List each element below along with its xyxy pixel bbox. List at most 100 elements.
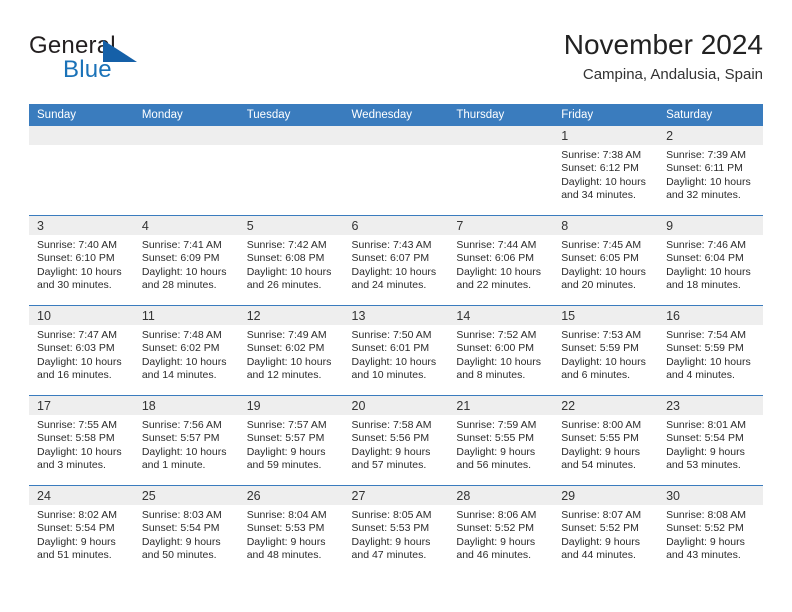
day-cell[interactable]: 21 Sunrise: 7:59 AM Sunset: 5:55 PM Dayligh… — [448, 396, 554, 485]
sunset-text: Sunset: 5:57 PM — [141, 432, 220, 445]
daylight-text: Daylight: 10 hours — [561, 175, 646, 188]
day-cell[interactable]: 23 Sunrise: 8:01 AM Sunset: 5:54 PM Dayligh… — [658, 396, 763, 485]
weekday-header-friday: Friday — [553, 104, 659, 126]
date-number: 18 — [141, 399, 156, 413]
calendar-cell — [133, 126, 239, 216]
day-cell[interactable]: 15 Sunrise: 7:53 AM Sunset: 5:59 PM Dayligh… — [553, 306, 659, 395]
day-details: Sunrise: 7:55 AM Sunset: 5:58 PM Daylight:… — [29, 415, 134, 473]
sunset-text: Sunset: 5:52 PM — [561, 522, 639, 535]
calendar-body: 1 Sunrise: 7:38 AM Sunset: 6:12 PM Daylight… — [29, 126, 763, 575]
day-cell[interactable]: 13 Sunrise: 7:50 AM Sunset: 6:01 PM Dayligh… — [343, 306, 449, 395]
calendar-cell — [448, 126, 554, 216]
calendar-week-row: 24 Sunrise: 8:02 AM Sunset: 5:54 PM Dayligh… — [29, 485, 763, 575]
day-cell[interactable]: 18 Sunrise: 7:56 AM Sunset: 5:57 PM Dayligh… — [133, 396, 239, 485]
day-cell[interactable]: 22 Sunrise: 8:00 AM Sunset: 5:55 PM Dayligh… — [553, 396, 659, 485]
day-cell[interactable]: 29 Sunrise: 8:07 AM Sunset: 5:52 PM Dayligh… — [553, 486, 659, 575]
date-number: 20 — [351, 399, 366, 413]
date-number: 24 — [37, 489, 51, 503]
daylight-text: Daylight: 10 hours — [666, 355, 751, 368]
daylight-text: and 30 minutes. — [37, 279, 112, 292]
calendar-cell: 4 Sunrise: 7:41 AM Sunset: 6:09 PM Daylight… — [133, 215, 239, 306]
sunset-text: Sunset: 5:59 PM — [561, 342, 639, 355]
calendar-table: Sunday Monday Tuesday Wednesday Thursday… — [29, 104, 763, 575]
sunset-text: Sunset: 6:05 PM — [561, 252, 639, 265]
sunrise-text: Sunrise: 8:00 AM — [561, 419, 642, 431]
day-cell[interactable]: 17 Sunrise: 7:55 AM Sunset: 5:58 PM Dayligh… — [29, 396, 134, 485]
calendar-cell: 16 Sunrise: 7:54 AM Sunset: 5:59 PM Dayligh… — [658, 305, 763, 396]
day-cell[interactable]: 28 Sunrise: 8:06 AM Sunset: 5:52 PM Dayligh… — [448, 486, 554, 575]
day-cell[interactable]: 8 Sunrise: 7:45 AM Sunset: 6:05 PM Daylight… — [553, 216, 659, 305]
date-number-band — [448, 126, 554, 145]
daylight-text: Daylight: 9 hours — [666, 535, 745, 548]
day-cell-empty — [238, 126, 344, 215]
daylight-text: and 34 minutes. — [561, 189, 636, 202]
day-details: Sunrise: 7:41 AM Sunset: 6:09 PM Daylight:… — [134, 235, 239, 293]
day-cell[interactable]: 16 Sunrise: 7:54 AM Sunset: 5:59 PM Dayligh… — [658, 306, 763, 395]
day-details: Sunrise: 7:47 AM Sunset: 6:03 PM Daylight:… — [29, 325, 134, 383]
date-number-band: 24 — [29, 486, 134, 505]
date-number-band: 20 — [343, 396, 449, 415]
date-number-band: 11 — [133, 306, 239, 325]
date-number: 15 — [561, 309, 576, 323]
day-cell[interactable]: 25 Sunrise: 8:03 AM Sunset: 5:54 PM Dayligh… — [133, 486, 239, 575]
daylight-text: and 48 minutes. — [246, 549, 322, 562]
daylight-text: and 51 minutes. — [37, 549, 112, 562]
daylight-text: and 44 minutes. — [561, 549, 636, 562]
day-cell[interactable]: 6 Sunrise: 7:43 AM Sunset: 6:07 PM Daylight… — [343, 216, 449, 305]
day-cell[interactable]: 5 Sunrise: 7:42 AM Sunset: 6:08 PM Daylight… — [238, 216, 344, 305]
date-number-band: 17 — [29, 396, 134, 415]
daylight-text: Daylight: 10 hours — [561, 355, 646, 368]
daylight-text: Daylight: 10 hours — [456, 355, 542, 368]
day-cell[interactable]: 2 Sunrise: 7:39 AM Sunset: 6:11 PM Daylight… — [658, 126, 763, 215]
sunset-text: Sunset: 5:53 PM — [351, 522, 430, 535]
daylight-text: and 1 minute. — [141, 459, 206, 472]
day-cell[interactable]: 24 Sunrise: 8:02 AM Sunset: 5:54 PM Dayligh… — [29, 486, 134, 575]
date-number-band: 12 — [238, 306, 344, 325]
day-cell[interactable]: 10 Sunrise: 7:47 AM Sunset: 6:03 PM Dayligh… — [29, 306, 134, 395]
sunset-text: Sunset: 5:53 PM — [246, 522, 325, 535]
day-cell[interactable]: 4 Sunrise: 7:41 AM Sunset: 6:09 PM Daylight… — [133, 216, 239, 305]
daylight-text: Daylight: 10 hours — [37, 445, 122, 458]
daylight-text: Daylight: 9 hours — [456, 445, 536, 458]
date-number: 27 — [351, 489, 366, 503]
day-cell[interactable]: 14 Sunrise: 7:52 AM Sunset: 6:00 PM Dayligh… — [448, 306, 554, 395]
date-number: 5 — [246, 219, 254, 233]
calendar-cell: 30 Sunrise: 8:08 AM Sunset: 5:52 PM Dayligh… — [658, 485, 763, 575]
day-cell[interactable]: 1 Sunrise: 7:38 AM Sunset: 6:12 PM Daylight… — [553, 126, 659, 215]
date-number-band — [29, 126, 134, 145]
day-cell[interactable]: 12 Sunrise: 7:49 AM Sunset: 6:02 PM Dayligh… — [238, 306, 344, 395]
day-cell[interactable]: 9 Sunrise: 7:46 AM Sunset: 6:04 PM Daylight… — [658, 216, 763, 305]
day-details: Sunrise: 7:52 AM Sunset: 6:00 PM Daylight:… — [448, 325, 553, 383]
date-number: 8 — [561, 219, 569, 233]
calendar-cell: 3 Sunrise: 7:40 AM Sunset: 6:10 PM Daylight… — [29, 215, 134, 306]
calendar-grid: Sunday Monday Tuesday Wednesday Thursday… — [29, 104, 763, 575]
weekday-header-thursday: Thursday — [448, 104, 554, 126]
calendar-cell: 27 Sunrise: 8:05 AM Sunset: 5:53 PM Dayligh… — [343, 485, 449, 575]
day-cell[interactable]: 11 Sunrise: 7:48 AM Sunset: 6:02 PM Dayligh… — [133, 306, 239, 395]
calendar-cell: 21 Sunrise: 7:59 AM Sunset: 5:55 PM Dayligh… — [448, 395, 554, 486]
daylight-text: Daylight: 10 hours — [246, 355, 332, 368]
calendar-cell: 25 Sunrise: 8:03 AM Sunset: 5:54 PM Dayligh… — [133, 485, 239, 575]
day-cell[interactable]: 19 Sunrise: 7:57 AM Sunset: 5:57 PM Dayligh… — [238, 396, 344, 485]
day-cell[interactable]: 3 Sunrise: 7:40 AM Sunset: 6:10 PM Daylight… — [29, 216, 134, 305]
calendar-cell: 9 Sunrise: 7:46 AM Sunset: 6:04 PM Daylight… — [658, 215, 763, 306]
calendar-cell: 29 Sunrise: 8:07 AM Sunset: 5:52 PM Dayligh… — [553, 485, 659, 575]
day-cell[interactable]: 27 Sunrise: 8:05 AM Sunset: 5:53 PM Dayligh… — [343, 486, 449, 575]
daylight-text: and 26 minutes. — [246, 279, 322, 292]
day-cell[interactable]: 20 Sunrise: 7:58 AM Sunset: 5:56 PM Dayligh… — [343, 396, 449, 485]
date-number-band: 3 — [29, 216, 134, 235]
day-cell[interactable]: 7 Sunrise: 7:44 AM Sunset: 6:06 PM Daylight… — [448, 216, 554, 305]
sunset-text: Sunset: 6:11 PM — [666, 162, 743, 175]
day-details: Sunrise: 7:59 AM Sunset: 5:55 PM Daylight:… — [448, 415, 553, 473]
daylight-text: Daylight: 10 hours — [351, 355, 437, 368]
weekday-header-sunday: Sunday — [29, 104, 134, 126]
date-number: 21 — [456, 399, 471, 413]
day-cell[interactable]: 30 Sunrise: 8:08 AM Sunset: 5:52 PM Dayligh… — [658, 486, 763, 575]
calendar-cell: 12 Sunrise: 7:49 AM Sunset: 6:02 PM Dayligh… — [238, 305, 344, 396]
calendar-cell: 7 Sunrise: 7:44 AM Sunset: 6:06 PM Daylight… — [448, 215, 554, 306]
day-cell[interactable]: 26 Sunrise: 8:04 AM Sunset: 5:53 PM Dayligh… — [238, 486, 344, 575]
title-block: November 2024 Campina, Andalusia, Spain — [564, 28, 763, 84]
daylight-text: and 24 minutes. — [351, 279, 427, 292]
date-number: 7 — [456, 219, 464, 233]
weekday-header-row: Sunday Monday Tuesday Wednesday Thursday… — [29, 104, 763, 126]
